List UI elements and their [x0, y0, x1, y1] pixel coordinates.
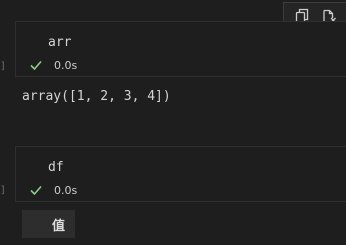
cell-status: 0.0s [29, 183, 77, 197]
execution-time: 0.0s [54, 58, 78, 72]
cell-output: array([1, 2, 3, 4]) [22, 89, 171, 104]
check-icon [30, 185, 42, 196]
table-column-header: 值 [22, 210, 75, 238]
cell-code[interactable]: df [48, 160, 64, 175]
cell-status: 0.0s [29, 58, 77, 72]
code-cell[interactable]: arr 0.0s [15, 21, 346, 77]
execution-time: 0.0s [54, 183, 78, 197]
cell-code[interactable]: arr [48, 35, 71, 50]
check-icon [30, 60, 42, 71]
code-cell[interactable]: df 0.0s [15, 146, 346, 202]
execution-count: ] [0, 61, 7, 72]
execution-count: ] [0, 185, 7, 196]
